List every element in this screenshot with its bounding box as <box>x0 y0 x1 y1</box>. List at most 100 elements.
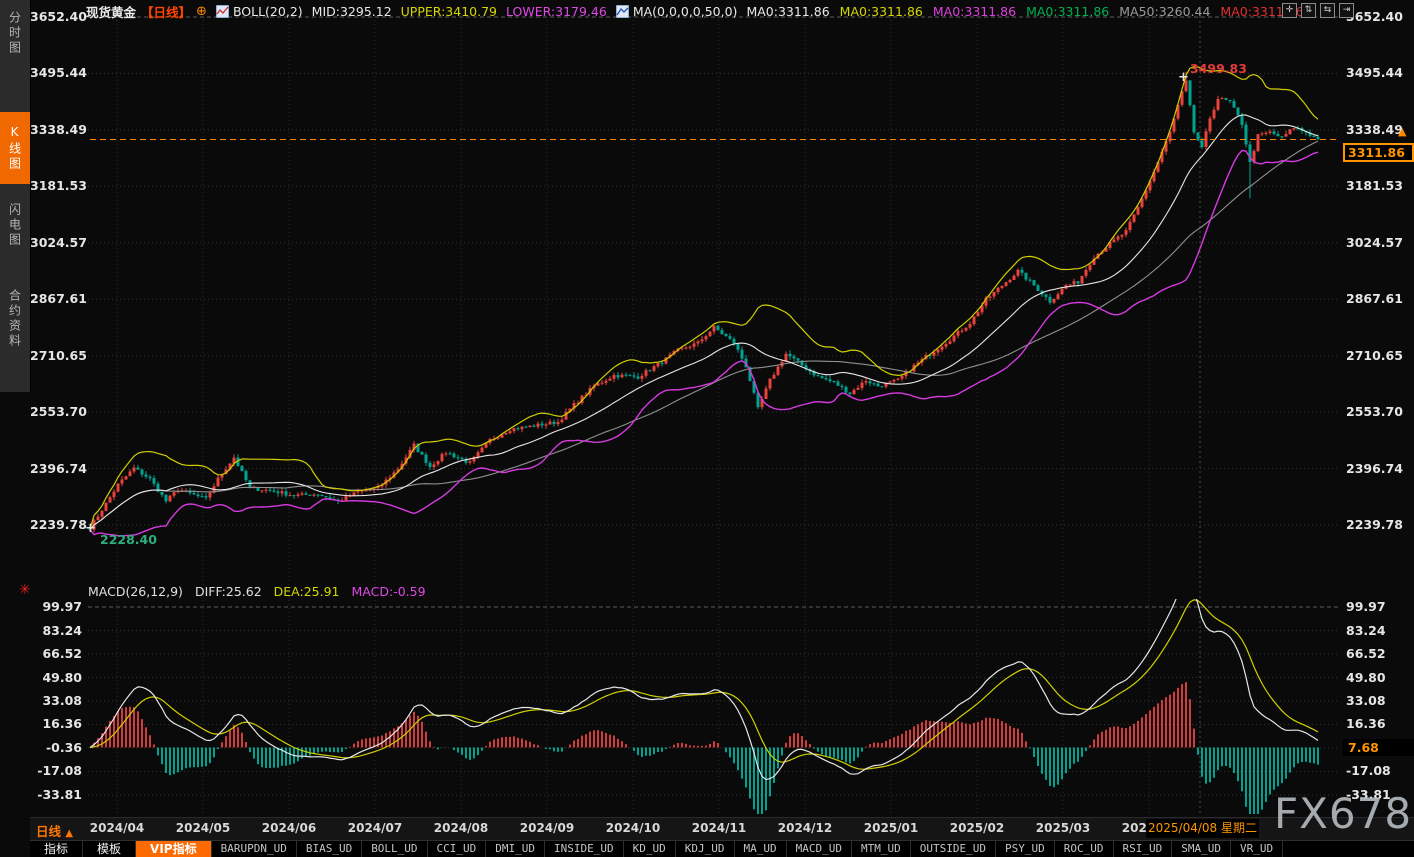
ma-value-3: MA0:3311.86 <box>1026 4 1109 19</box>
price-axis-label-right: 2239.78 <box>1346 517 1412 532</box>
period-selector[interactable]: 日线 ▲ <box>36 821 73 840</box>
toolbar-tab-3[interactable]: VIP指标 <box>136 841 212 857</box>
symbol-name: 现货黄金 <box>86 2 136 21</box>
toolbar-tab-2[interactable]: 模板 <box>83 841 136 857</box>
price-axis-label-left: 3024.57 <box>30 235 82 250</box>
toolbar-indicator-item[interactable]: BIAS_UD <box>297 841 362 857</box>
price-axis-label-right: 3495.44 <box>1346 65 1412 80</box>
x-axis-label: 2024/05 <box>173 821 233 835</box>
ma-values: MA0:3311.86 MA0:3311.86 MA0:3311.86 MA0:331… <box>746 4 1303 19</box>
price-axis-label-right: 3181.53 <box>1346 178 1412 193</box>
boll-upper-value: UPPER:3410.79 <box>401 4 497 19</box>
period-selector-label: 日线 <box>36 824 61 839</box>
x-axis-label: 2024/06 <box>259 821 319 835</box>
price-axis-label-right: 2553.70 <box>1346 404 1412 419</box>
toolbar-indicator-item[interactable]: RSI_UD <box>1114 841 1173 857</box>
toolbar-tab-1[interactable]: 指标 <box>30 841 83 857</box>
toolbar-indicator-item[interactable]: VR_UD <box>1231 841 1283 857</box>
pan-icon[interactable]: ✛ <box>1282 3 1297 18</box>
boll-mid-value: MID:3295.12 <box>312 4 392 19</box>
toolbar-indicator-item[interactable]: SMA_UD <box>1172 841 1231 857</box>
macd-axis-label-right: 49.80 <box>1346 670 1412 685</box>
toolbar-indicator-item[interactable]: BOLL_UD <box>362 841 427 857</box>
crosshair-date-tooltip: 2025/04/08 星期二 <box>1146 819 1259 838</box>
boll-indicator-icon[interactable] <box>216 5 229 18</box>
chart-canvas[interactable] <box>0 0 1414 857</box>
x-axis-label: 2024/08 <box>431 821 491 835</box>
macd-header: MACD(26,12,9) DIFF:25.62 DEA:25.91 MACD:… <box>88 584 426 599</box>
sidebar-tab-4[interactable]: 合约资料 <box>0 268 30 370</box>
sidebar-tab-2[interactable]: K线图 <box>0 112 30 184</box>
zoom-x-axis-icon[interactable]: ⇆ <box>1320 3 1335 18</box>
macd-axis-label-right: 33.08 <box>1346 693 1412 708</box>
toolbar-indicator-item[interactable]: MACD_UD <box>787 841 852 857</box>
sidebar-tab-3[interactable]: 闪电图 <box>0 188 30 262</box>
toolbar-indicator-item[interactable]: OUTSIDE_UD <box>911 841 996 857</box>
price-axis-label-right: 2867.61 <box>1346 291 1412 306</box>
zoom-y-axis-icon[interactable]: ⇅ <box>1301 3 1316 18</box>
chart-window: 现货黄金 【日线】 ⊕ BOLL(20,2) MID:3295.12 UPPER… <box>0 0 1414 857</box>
price-axis-label-left: 3652.40 <box>30 9 82 24</box>
ma-indicator-icon[interactable] <box>616 5 629 18</box>
macd-settings-icon[interactable]: ✳ <box>19 582 31 598</box>
ma-value-2: MA0:3311.86 <box>933 4 1016 19</box>
add-indicator-icon[interactable]: ⊕ <box>196 4 207 19</box>
macd-axis-label-left: 33.08 <box>30 693 82 708</box>
price-axis-label-left: 2553.70 <box>30 404 82 419</box>
price-axis-label-left: 2239.78 <box>30 517 82 532</box>
price-axis-label-left: 2396.74 <box>30 461 82 476</box>
macd-label: MACD(26,12,9) <box>88 584 183 599</box>
toolbar-indicator-item[interactable]: ROC_UD <box>1055 841 1114 857</box>
toolbar-indicator-item[interactable]: DMI_UD <box>486 841 545 857</box>
boll-label: BOLL(20,2) <box>233 4 303 19</box>
watermark: FX678 <box>1274 789 1412 838</box>
toolbar-indicator-item[interactable]: CCI_UD <box>428 841 487 857</box>
period-label[interactable]: 【日线】 <box>141 2 191 21</box>
macd-value-badge: 7.68 <box>1343 739 1414 756</box>
macd-axis-label-left: -0.36 <box>30 740 82 755</box>
indicator-toolbar: 指标模板VIP指标BARUPDN_UDBIAS_UDBOLL_UDCCI_UDD… <box>30 840 1414 857</box>
toolbar-indicator-item[interactable]: KDJ_UD <box>676 841 735 857</box>
toolbar-indicator-item[interactable]: KD_UD <box>624 841 676 857</box>
toolbar-indicator-item[interactable]: PSY_UD <box>996 841 1055 857</box>
shift-right-icon[interactable]: ⇥ <box>1339 3 1354 18</box>
chart-toolbuttons: ✛ ⇅ ⇆ ⇥ <box>1282 3 1354 18</box>
low-cross-marker: + <box>85 521 96 536</box>
ma-value-1: MA0:3311.86 <box>840 4 923 19</box>
x-axis-label: 2025/01 <box>861 821 921 835</box>
x-axis-label: 2024/04 <box>87 821 147 835</box>
macd-axis-label-left: 99.97 <box>30 599 82 614</box>
chart-header: 现货黄金 【日线】 ⊕ BOLL(20,2) MID:3295.12 UPPER… <box>86 3 1304 20</box>
x-axis-label: 2025/03 <box>1033 821 1093 835</box>
price-axis-label-left: 3338.49 <box>30 122 82 137</box>
macd-axis-label-left: 49.80 <box>30 670 82 685</box>
low-price-annotation: 2228.40 <box>100 532 157 547</box>
x-axis-label: 2024/11 <box>689 821 749 835</box>
ma-value-4: MA50:3260.44 <box>1119 4 1210 19</box>
macd-axis-label-right: 16.36 <box>1346 716 1412 731</box>
macd-dea-value: DEA:25.91 <box>274 584 340 599</box>
toolbar-indicator-item[interactable]: INSIDE_UD <box>545 841 624 857</box>
macd-axis-label-left: 83.24 <box>30 623 82 638</box>
chart-type-sidebar: 分时图 K线图闪电图合约资料 <box>0 0 31 392</box>
x-axis-label: 2024/09 <box>517 821 577 835</box>
toolbar-indicator-item[interactable]: MTM_UD <box>852 841 911 857</box>
macd-axis-label-left: -17.08 <box>30 763 82 778</box>
boll-lower-value: LOWER:3179.46 <box>506 4 607 19</box>
last-price-badge: 3311.86 <box>1343 143 1414 162</box>
x-axis-label: 2024/12 <box>775 821 835 835</box>
last-price-arrow-icon: ▲ <box>1398 125 1406 138</box>
ma-value-0: MA0:3311.86 <box>746 4 829 19</box>
macd-axis-label-left: 66.52 <box>30 646 82 661</box>
price-axis-label-right: 3652.40 <box>1346 9 1412 24</box>
high-price-annotation: 3499.83 <box>1190 61 1247 76</box>
toolbar-indicator-item[interactable]: BARUPDN_UD <box>212 841 297 857</box>
macd-hist-value: MACD:-0.59 <box>352 584 426 599</box>
sidebar-tab-1[interactable]: 分时图 <box>0 4 30 62</box>
x-axis-label: 2024/10 <box>603 821 663 835</box>
high-cross-marker: + <box>1178 70 1189 85</box>
toolbar-indicator-item[interactable]: MA_UD <box>735 841 787 857</box>
macd-diff-value: DIFF:25.62 <box>195 584 262 599</box>
price-axis-label-left: 2867.61 <box>30 291 82 306</box>
macd-axis-label-right: 66.52 <box>1346 646 1412 661</box>
